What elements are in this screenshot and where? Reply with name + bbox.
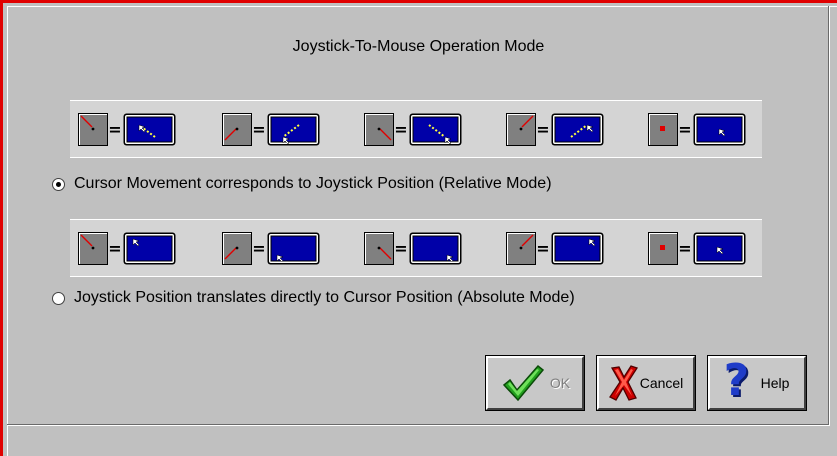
joystick-mode-dialog: Joystick-To-Mouse Operation Mode = = = =…: [0, 0, 837, 456]
equals-sign: =: [536, 239, 549, 258]
help-symbol-fill: ?: [723, 355, 750, 406]
absolute-example-center: =: [648, 232, 778, 266]
absolute-mode-label[interactable]: Joystick Position translates directly to…: [74, 289, 575, 307]
frame-highlight-left: [7, 6, 8, 456]
joystick-position-icon: [648, 232, 678, 265]
relative-example-up-right: =: [506, 113, 636, 147]
joystick-position-icon: [364, 232, 394, 265]
window-border-top: [0, 0, 837, 3]
ok-button[interactable]: OK: [485, 355, 585, 411]
relative-mode-option[interactable]: Cursor Movement corresponds to Joystick …: [52, 173, 552, 195]
equals-sign: =: [678, 239, 691, 258]
cancel-label: Cancel: [639, 375, 684, 391]
relative-mode-examples: = = = = =: [70, 100, 762, 158]
absolute-mode-option[interactable]: Joystick Position translates directly to…: [52, 287, 575, 309]
absolute-example-down-left: =: [222, 232, 352, 266]
absolute-example-down-right: =: [364, 232, 494, 266]
cancel-button[interactable]: Cancel: [596, 355, 696, 411]
relative-example-up-left: =: [78, 113, 208, 147]
equals-sign: =: [678, 120, 691, 139]
cursor-screen-icon: [409, 113, 462, 146]
equals-sign: =: [394, 120, 407, 139]
cursor-screen-icon: [267, 113, 320, 146]
relative-example-down-left: =: [222, 113, 352, 147]
dialog-title: Joystick-To-Mouse Operation Mode: [292, 38, 545, 55]
joystick-position-icon: [78, 113, 108, 146]
equals-sign: =: [252, 239, 265, 258]
relative-example-down-right: =: [364, 113, 494, 147]
joystick-position-icon: [506, 232, 536, 265]
cursor-screen-icon: [267, 232, 320, 265]
radio-selected-dot: [56, 181, 61, 187]
equals-sign: =: [252, 120, 265, 139]
cursor-screen-icon: [409, 232, 462, 265]
equals-sign: =: [108, 239, 121, 258]
cursor-screen-icon: [123, 113, 176, 146]
cursor-screen-icon: [551, 232, 604, 265]
cursor-screen-icon: [693, 232, 746, 265]
relative-mode-radio[interactable]: [52, 177, 65, 191]
equals-sign: =: [108, 120, 121, 139]
frame-outer-bottom: [7, 425, 829, 426]
equals-sign: =: [394, 239, 407, 258]
relative-mode-label[interactable]: Cursor Movement corresponds to Joystick …: [74, 175, 552, 193]
help-question-icon: ? ?: [724, 355, 755, 408]
absolute-example-up-right: =: [506, 232, 636, 266]
frame-highlight-top: [7, 6, 837, 7]
absolute-mode-radio[interactable]: [52, 291, 65, 305]
joystick-position-icon: [222, 232, 252, 265]
joystick-position-icon: [506, 113, 536, 146]
absolute-mode-examples: = = = = =: [70, 219, 762, 277]
help-label: Help: [760, 375, 790, 391]
cursor-screen-icon: [693, 113, 746, 146]
joystick-position-icon: [648, 113, 678, 146]
cursor-screen-icon: [551, 113, 604, 146]
cursor-screen-icon: [123, 232, 176, 265]
equals-sign: =: [536, 120, 549, 139]
joystick-position-icon: [78, 232, 108, 265]
cancel-x-icon: [608, 365, 638, 401]
ok-label: OK: [549, 375, 571, 391]
window-border-left: [0, 0, 3, 456]
joystick-position-icon: [364, 113, 394, 146]
help-button[interactable]: ? ? Help: [707, 355, 807, 411]
absolute-example-up-left: =: [78, 232, 208, 266]
relative-example-center: =: [648, 113, 778, 147]
frame-outer-right: [829, 6, 830, 426]
checkmark-icon: [502, 364, 544, 402]
joystick-position-icon: [222, 113, 252, 146]
